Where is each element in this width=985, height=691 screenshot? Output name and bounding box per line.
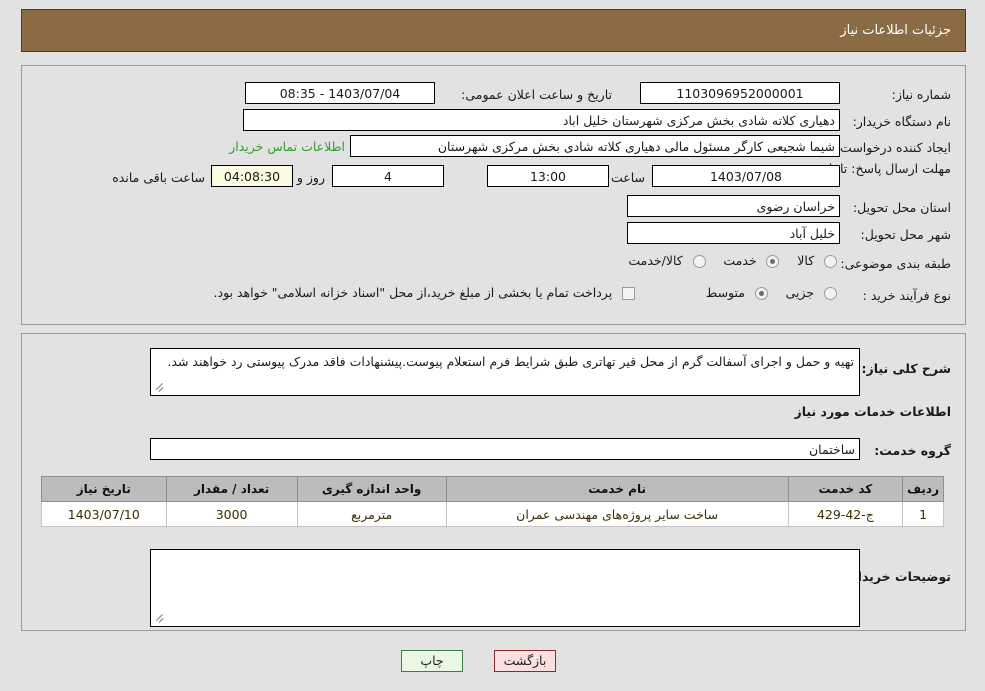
purchase-type-radio-group[interactable]: جزیی متوسط — [692, 285, 837, 301]
service-group-label: گروه خدمت: — [874, 443, 951, 458]
treasury-checkbox-group[interactable]: پرداخت تمام یا بخشی از مبلغ خرید،از محل … — [214, 285, 635, 301]
province-label: استان محل تحویل: — [852, 200, 951, 215]
countdown-field: 04:08:30 — [211, 165, 293, 187]
back-button[interactable]: بازگشت — [494, 650, 556, 672]
deadline-label: مهلت ارسال پاسخ: تا تاریخ: — [806, 161, 951, 176]
th-date: تاریخ نیاز — [41, 476, 167, 502]
creator-field[interactable]: شیما شجیعی کارگر مسئول مالی دهیاری کلاته… — [350, 135, 840, 157]
need-info-panel: شماره نیاز: 1103096952000001 تاریخ و ساع… — [21, 65, 966, 325]
resize-grip-icon[interactable] — [154, 613, 164, 625]
cell-date: 1403/07/10 — [41, 501, 167, 527]
table-header-row: ردیف کد خدمت نام خدمت واحد اندازه گیری ت… — [41, 476, 944, 502]
radio-classification-2[interactable] — [692, 255, 706, 268]
buyer-contact-link[interactable]: اطلاعات تماس خریدار — [229, 139, 345, 154]
cell-code: ج-42-429 — [787, 501, 904, 527]
remaining-label: ساعت باقی مانده — [112, 170, 205, 185]
radio-purchase-1-label: متوسط — [705, 285, 745, 300]
th-code: کد خدمت — [787, 476, 904, 502]
page-root: AriaTender.net جزئیات اطلاعات نیاز شماره… — [0, 0, 985, 691]
treasury-checkbox[interactable] — [622, 287, 635, 300]
cell-unit: مترمربع — [296, 501, 447, 527]
description-textarea[interactable]: تهیه و حمل و اجرای آسفالت گرم از محل قیر… — [150, 348, 860, 396]
public-announce-field[interactable]: 1403/07/04 - 08:35 — [245, 82, 435, 104]
days-field[interactable]: 4 — [332, 165, 444, 187]
radio-purchase-0-label: جزیی — [785, 285, 815, 300]
th-unit: واحد اندازه گیری — [296, 476, 447, 502]
cell-row: 1 — [902, 501, 944, 527]
table-row: 1 ج-42-429 ساخت سایر پروژه‌های مهندسی عم… — [41, 501, 944, 527]
buyer-notes-textarea[interactable] — [150, 549, 860, 627]
deadline-date-field[interactable]: 1403/07/08 — [652, 165, 840, 187]
radio-classification-1[interactable] — [766, 255, 780, 268]
deadline-time-field[interactable]: 13:00 — [487, 165, 609, 187]
th-row: ردیف — [902, 476, 944, 502]
print-button[interactable]: چاپ — [401, 650, 463, 672]
radio-classification-1-label: خدمت — [723, 253, 757, 268]
th-quantity: تعداد / مقدار — [165, 476, 298, 502]
cell-quantity: 3000 — [165, 501, 298, 527]
th-name: نام خدمت — [445, 476, 789, 502]
radio-classification-2-label: کالا/خدمت — [628, 253, 683, 268]
description-text: تهیه و حمل و اجرای آسفالت گرم از محل قیر… — [167, 354, 854, 369]
classification-label: طبقه بندی موضوعی: — [840, 256, 951, 271]
description-label: شرح کلی نیاز: — [861, 361, 951, 376]
hour-label: ساعت — [610, 170, 645, 185]
classification-radio-group[interactable]: کالا خدمت کالا/خدمت — [614, 253, 837, 269]
cell-name: ساخت سایر پروژه‌های مهندسی عمران — [445, 501, 789, 527]
buyer-org-label: نام دستگاه خریدار: — [852, 114, 951, 129]
service-group-field[interactable]: ساختمان — [150, 438, 860, 460]
province-field[interactable]: خراسان رضوی — [627, 195, 840, 217]
city-field[interactable]: خلیل آباد — [627, 222, 840, 244]
page-header: جزئیات اطلاعات نیاز — [21, 9, 966, 52]
radio-classification-0[interactable] — [824, 255, 837, 268]
creator-label: ایجاد کننده درخواست: — [835, 140, 951, 155]
purchase-type-label: نوع فرآیند خرید : — [862, 288, 951, 303]
radio-purchase-1[interactable] — [754, 287, 768, 300]
need-number-label: شماره نیاز: — [891, 87, 951, 102]
need-number-field[interactable]: 1103096952000001 — [640, 82, 840, 104]
services-table: ردیف کد خدمت نام خدمت واحد اندازه گیری ت… — [41, 476, 944, 527]
buyer-notes-label: توضیحات خریدار: — [845, 569, 951, 584]
service-details-panel: شرح کلی نیاز: تهیه و حمل و اجرای آسفالت … — [21, 333, 966, 631]
page-title: جزئیات اطلاعات نیاز — [840, 23, 951, 38]
radio-classification-0-label: کالا — [797, 253, 815, 268]
city-label: شهر محل تحویل: — [860, 227, 951, 242]
radio-purchase-0[interactable] — [824, 287, 837, 300]
resize-grip-icon[interactable] — [154, 382, 164, 394]
services-heading: اطلاعات خدمات مورد نیاز — [794, 404, 952, 419]
days-label: روز و — [296, 170, 325, 185]
public-announce-label: تاریخ و ساعت اعلان عمومی: — [461, 87, 612, 102]
buyer-org-field[interactable]: دهیاری کلاته شادی بخش مرکزی شهرستان خلیل… — [243, 109, 840, 131]
treasury-checkbox-label: پرداخت تمام یا بخشی از مبلغ خرید،از محل … — [213, 285, 613, 300]
